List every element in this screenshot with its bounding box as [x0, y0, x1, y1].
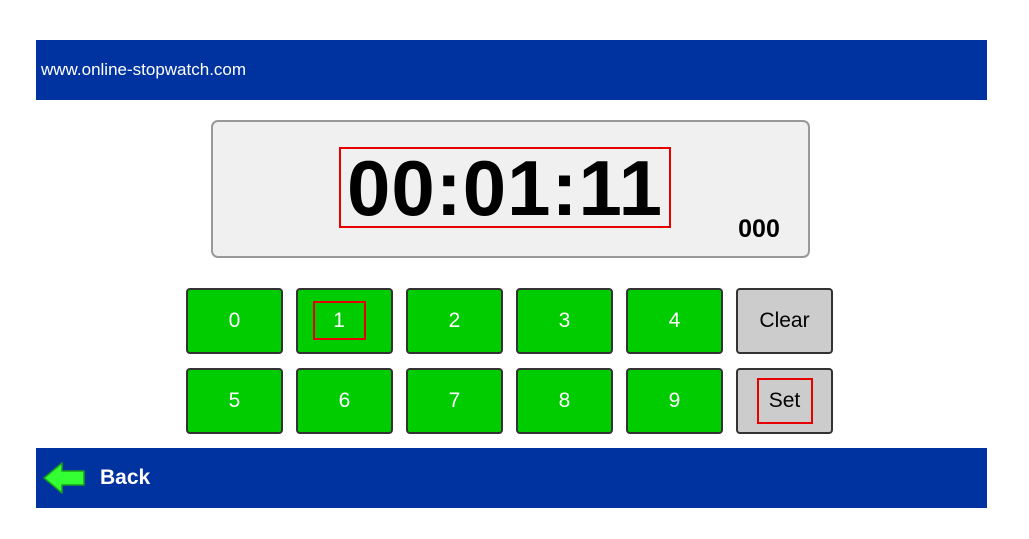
clear-button[interactable]: Clear	[736, 288, 833, 354]
digit-3-button[interactable]: 3	[516, 288, 613, 354]
milliseconds-readout: 000	[738, 215, 780, 243]
digit-1-button[interactable]: 1	[296, 288, 393, 354]
digit-4-label: 4	[668, 309, 681, 332]
set-label: Set	[756, 378, 813, 424]
header-bar: www.online-stopwatch.com	[36, 40, 987, 100]
digit-9-label: 9	[668, 389, 681, 412]
digit-5-label: 5	[228, 389, 241, 412]
digit-7-button[interactable]: 7	[406, 368, 503, 434]
digit-0-label: 0	[228, 309, 241, 332]
digit-3-label: 3	[558, 309, 571, 332]
digit-2-label: 2	[448, 309, 461, 332]
site-url-link[interactable]: www.online-stopwatch.com	[41, 60, 246, 80]
digit-1-label: 1	[312, 301, 366, 340]
timer-display: 00:01:11 000	[211, 120, 810, 258]
back-label: Back	[100, 466, 151, 489]
back-link[interactable]: Back	[42, 448, 150, 508]
digit-7-label: 7	[448, 389, 461, 412]
digit-6-button[interactable]: 6	[296, 368, 393, 434]
digit-5-button[interactable]: 5	[186, 368, 283, 434]
digit-8-label: 8	[558, 389, 571, 412]
digit-4-button[interactable]: 4	[626, 288, 723, 354]
time-readout: 00:01:11	[347, 143, 663, 232]
digit-0-button[interactable]: 0	[186, 288, 283, 354]
digit-6-label: 6	[338, 389, 351, 412]
left-arrow-icon	[43, 462, 85, 494]
set-button[interactable]: Set	[736, 368, 833, 434]
footer-bar: Back	[36, 448, 987, 508]
clear-label: Clear	[759, 309, 810, 332]
digit-2-button[interactable]: 2	[406, 288, 503, 354]
digit-9-button[interactable]: 9	[626, 368, 723, 434]
time-readout-frame: 00:01:11	[339, 147, 671, 228]
digit-8-button[interactable]: 8	[516, 368, 613, 434]
